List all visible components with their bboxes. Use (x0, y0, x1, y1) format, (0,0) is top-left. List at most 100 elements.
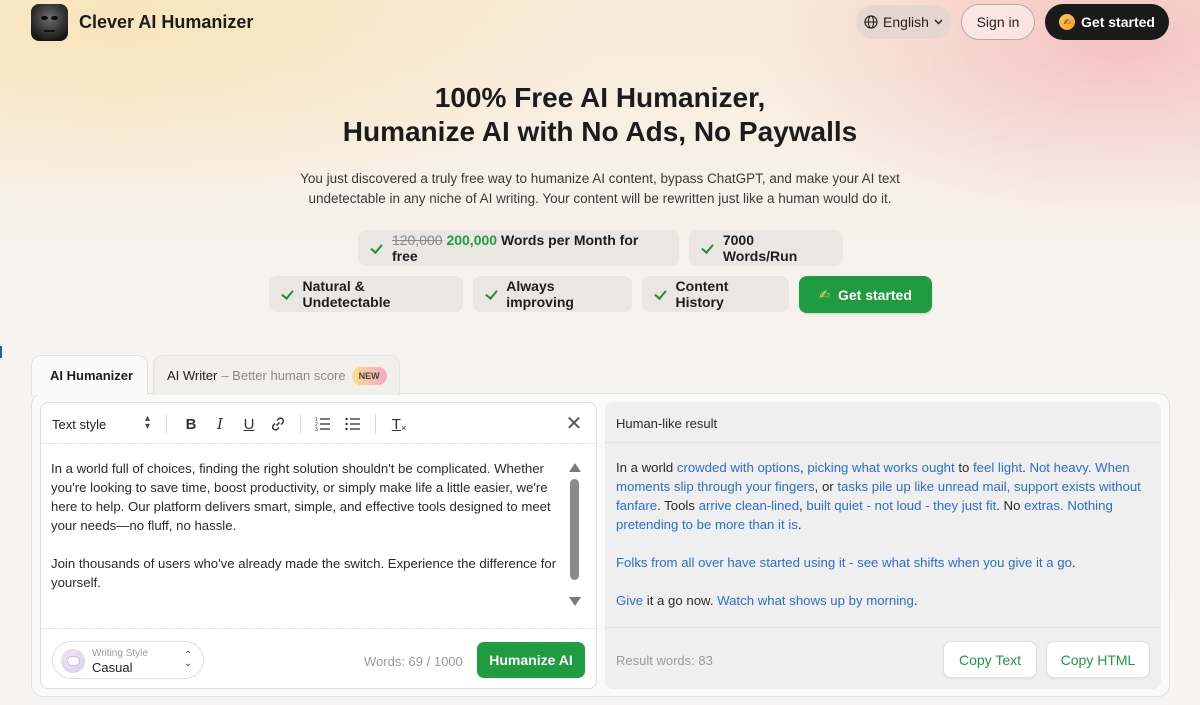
feature-content-history: Content History (642, 276, 789, 312)
check-icon (370, 241, 384, 255)
natural-label: Natural & Undetectable (302, 278, 391, 310)
feature-always-improving: Always improving (473, 276, 632, 312)
rewritten-segment: Folks from all over have started using i… (616, 555, 1072, 570)
language-selector[interactable]: English (856, 5, 951, 39)
clear-format-icon: T (391, 415, 401, 433)
brand-name[interactable]: Clever AI Humanizer (79, 12, 253, 33)
result-word-count: Result words: 83 (616, 653, 713, 668)
tab-ai-writer-label: AI Writer (167, 368, 218, 383)
input-paragraph: In a world full of choices, finding the … (51, 461, 551, 533)
link-button[interactable] (267, 413, 289, 435)
copy-text-button[interactable]: Copy Text (943, 641, 1037, 678)
toolbar-divider (300, 414, 301, 434)
old-word-limit: 120,000 (391, 232, 443, 248)
check-icon (485, 287, 498, 301)
scroll-down-arrow-icon[interactable] (568, 597, 582, 607)
editor-footer: Writing Style Casual ⌃ ⌄ Words: 69 / 1000… (41, 628, 596, 690)
hero-subtitle-line2: undetectable in any niche of AI writing.… (308, 191, 892, 206)
hero-subtitle-line1: You just discovered a truly free way to … (300, 171, 900, 186)
globe-icon (864, 15, 878, 29)
rewritten-segment: crowded with options (676, 460, 800, 475)
unchanged-segment: to (954, 460, 973, 475)
editor-toolbar: Text style ▴ ▾ B I U 1 2 3 T × ✕ (41, 403, 596, 444)
unchanged-segment: . (913, 593, 918, 608)
rewritten-segment: Give (616, 593, 644, 608)
history-label: Content History (675, 278, 729, 310)
toolbar-divider (166, 414, 167, 434)
hero-title-line1: 100% Free AI Humanizer, (434, 82, 766, 113)
writing-style-select[interactable]: Writing Style Casual ⌃ ⌄ (52, 641, 204, 679)
chat-bubble-icon (61, 649, 85, 673)
result-title: Human-like result (616, 416, 718, 431)
top-header: Clever AI Humanizer English Sign in ✍ Ge… (0, 0, 1200, 44)
rewritten-segment: picking what works ought (807, 460, 955, 475)
get-started-cta-label: Get started (837, 286, 912, 303)
feature-natural-undetectable: Natural & Undetectable (269, 276, 463, 312)
unchanged-segment: . Tools (657, 498, 699, 513)
rewritten-segment: feel light (973, 460, 1023, 475)
language-label: English (883, 14, 929, 30)
input-editor: Text style ▴ ▾ B I U 1 2 3 T × ✕ In a wo… (40, 402, 597, 689)
chevron-up-down-icon: ⌃ ⌄ (184, 650, 193, 669)
tab-ai-humanizer-label: AI Humanizer (50, 368, 134, 383)
italic-button[interactable]: I (209, 413, 231, 435)
check-icon (701, 241, 715, 255)
sort-arrows-icon[interactable]: ▴ ▾ (145, 414, 150, 432)
unchanged-segment: it a go now. (643, 593, 718, 608)
input-paragraph: Join thousands of users who've already m… (51, 556, 557, 590)
hero-title-line2: Humanize AI with No Ads, No Paywalls (342, 116, 858, 147)
result-text[interactable]: In a world crowded with options, picking… (616, 458, 1156, 610)
result-footer: Result words: 83 Copy Text Copy HTML (605, 627, 1161, 689)
result-header: Human-like result (605, 402, 1161, 443)
rewritten-segment: arrive clean-lined (698, 498, 800, 513)
unchanged-segment: . (797, 517, 802, 532)
new-badge: NEW (351, 366, 387, 385)
input-textarea[interactable]: In a world full of choices, finding the … (51, 459, 569, 592)
check-icon (281, 287, 295, 301)
scroll-up-arrow-icon[interactable] (568, 463, 582, 473)
get-started-header-button[interactable]: ✍ Get started (1045, 4, 1169, 40)
feature-words-per-month: 120,000 200,000 Words per Month for free (358, 230, 679, 266)
scrollbar-thumb[interactable] (570, 479, 579, 580)
feature-words-per-run: 7000 Words/Run (689, 230, 843, 266)
get-started-header-label: Get started (1081, 14, 1155, 30)
result-paragraph: Give it a go now. Watch what shows up by… (616, 591, 1156, 610)
svg-text:3: 3 (315, 427, 318, 432)
result-paragraph: Folks from all over have started using i… (616, 553, 1156, 572)
copy-html-button[interactable]: Copy HTML (1046, 641, 1150, 678)
tab-ai-writer[interactable]: AI Writer – Better human score NEW (153, 355, 400, 395)
unchanged-segment: , or (814, 479, 838, 494)
chevron-down-icon (934, 19, 943, 25)
rewritten-segment: built quiet - not loud - they just fit (806, 498, 997, 513)
result-panel: Human-like result In a world crowded wit… (605, 402, 1161, 689)
bold-button[interactable]: B (180, 413, 202, 435)
close-icon[interactable]: ✕ (563, 412, 585, 435)
writing-style-label: Writing Style (92, 648, 148, 659)
tab-ai-humanizer[interactable]: AI Humanizer (31, 355, 148, 395)
words-per-run-label: 7000 Words/Run (722, 232, 798, 264)
hand-wave-icon: ✍ (1059, 14, 1076, 30)
unchanged-segment: In a world (616, 460, 677, 475)
bullet-list-icon (345, 417, 360, 431)
bullet-list-button[interactable] (342, 413, 364, 435)
unchanged-segment: . (1071, 555, 1076, 570)
input-word-count: Words: 69 / 1000 (364, 654, 463, 669)
get-started-cta-button[interactable]: ✍ Get started (799, 276, 932, 313)
improving-label: Always improving (506, 278, 574, 310)
text-style-select[interactable]: Text style (52, 417, 106, 432)
ordered-list-icon: 1 2 3 (315, 417, 330, 432)
clear-format-button[interactable]: T × (388, 413, 410, 435)
result-paragraph: In a world crowded with options, picking… (616, 458, 1156, 534)
new-word-limit: 200,000 (446, 232, 498, 248)
underline-button[interactable]: U (238, 413, 260, 435)
sign-in-button[interactable]: Sign in (961, 4, 1035, 40)
ordered-list-button[interactable]: 1 2 3 (312, 413, 334, 435)
link-icon (271, 417, 285, 431)
rewritten-segment: Watch what shows up by morning (717, 593, 914, 608)
tab-ai-writer-sublabel: – Better human score (221, 368, 346, 383)
humanize-ai-button[interactable]: Humanize AI (477, 642, 585, 678)
brand-logo-icon[interactable] (31, 4, 68, 41)
writing-style-value: Casual (92, 660, 133, 675)
writing-hand-icon: ✍ (819, 286, 830, 302)
check-icon (654, 287, 668, 301)
